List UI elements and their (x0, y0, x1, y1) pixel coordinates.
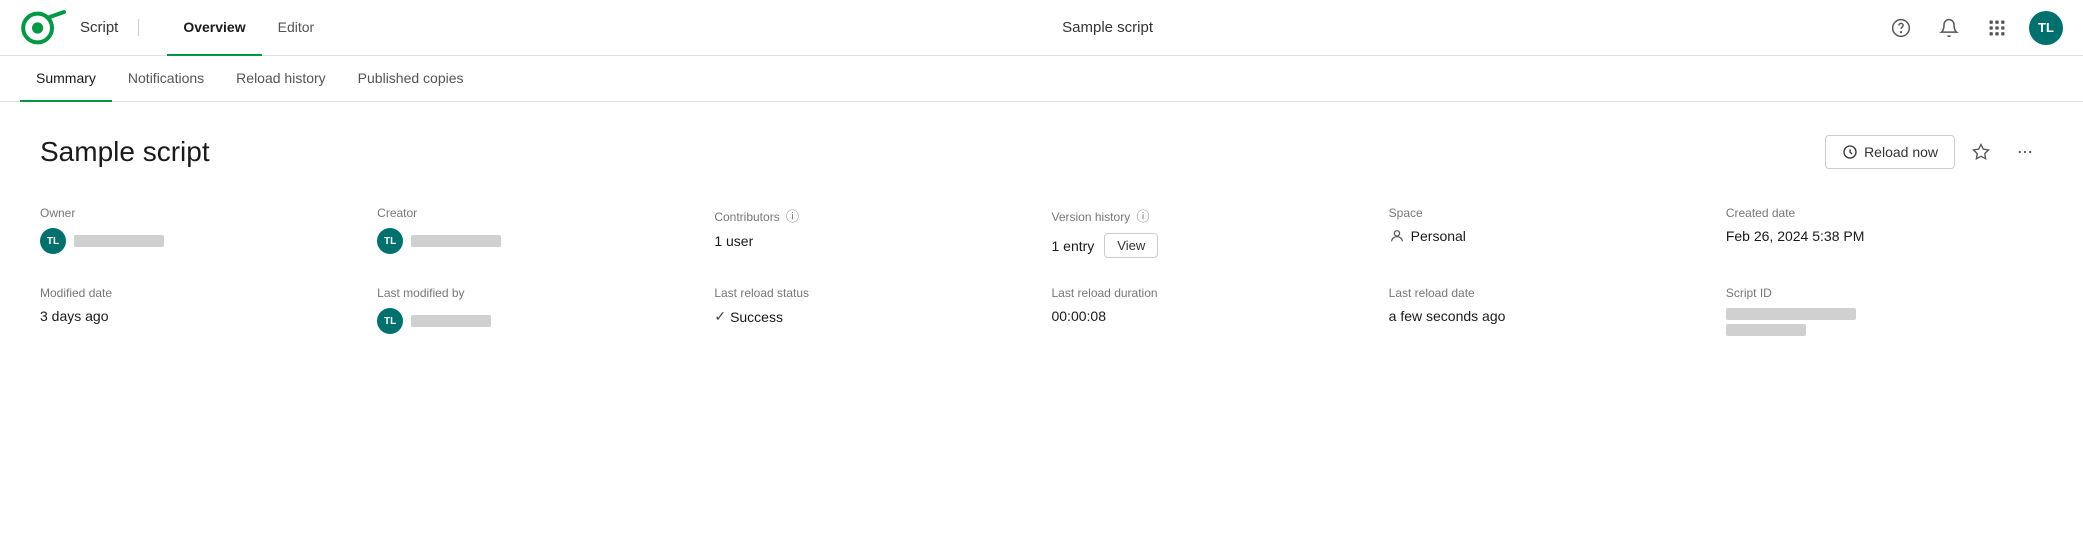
last-reload-status-value: ✓ Success (714, 308, 1031, 325)
space-label: Space (1389, 206, 1706, 220)
creator-value: TL (377, 228, 694, 254)
page-title: Sample script (330, 19, 1885, 36)
version-history-label: Version history ⓘ (1051, 206, 1368, 225)
script-id-field: Script ID (1726, 286, 2043, 336)
checkmark-icon: ✓ (714, 308, 726, 325)
last-modified-by-field: Last modified by TL (377, 286, 694, 336)
nav-links: Overview Editor (167, 0, 330, 56)
creator-field: Creator TL (377, 206, 694, 258)
space-value: Personal (1389, 228, 1706, 244)
owner-value: TL (40, 228, 357, 254)
contributors-info-icon[interactable]: ⓘ (786, 209, 799, 224)
reload-icon (1842, 144, 1858, 160)
created-date-field: Created date Feb 26, 2024 5:38 PM (1726, 206, 2043, 258)
tab-bar: Summary Notifications Reload history Pub… (0, 56, 2083, 102)
person-icon (1389, 228, 1405, 244)
bell-icon-button[interactable] (1933, 12, 1965, 44)
main-content: Sample script Reload now (0, 102, 2083, 502)
contributors-field: Contributors ⓘ 1 user (714, 206, 1031, 258)
script-id-value (1726, 308, 2043, 336)
last-modified-by-avatar: TL (377, 308, 403, 334)
header-actions: Reload now (1825, 134, 2043, 170)
script-title: Sample script (40, 136, 210, 168)
script-id-label: Script ID (1726, 286, 2043, 300)
metadata-grid: Owner TL Creator TL Contributors ⓘ 1 use… (40, 206, 2043, 336)
last-reload-duration-label: Last reload duration (1051, 286, 1368, 300)
logo-area: Script (20, 8, 139, 48)
modified-date-field: Modified date 3 days ago (40, 286, 357, 336)
tab-summary[interactable]: Summary (20, 56, 112, 102)
tab-notifications[interactable]: Notifications (112, 56, 220, 102)
tab-published-copies[interactable]: Published copies (342, 56, 480, 102)
space-field: Space Personal (1389, 206, 1706, 258)
content-header: Sample script Reload now (40, 134, 2043, 170)
last-reload-duration-field: Last reload duration 00:00:08 (1051, 286, 1368, 336)
owner-label: Owner (40, 206, 357, 220)
script-id-redacted-1 (1726, 308, 1856, 320)
script-id-redacted-2 (1726, 324, 1806, 336)
owner-avatar: TL (40, 228, 66, 254)
view-version-history-button[interactable]: View (1104, 233, 1158, 258)
star-icon (1972, 143, 1990, 161)
version-history-value: 1 entry View (1051, 233, 1368, 258)
last-reload-status-field: Last reload status ✓ Success (714, 286, 1031, 336)
qlik-logo (20, 8, 68, 48)
modified-date-value: 3 days ago (40, 308, 357, 324)
version-history-info-icon[interactable]: ⓘ (1137, 209, 1150, 224)
tab-reload-history[interactable]: Reload history (220, 56, 342, 102)
last-reload-status-label: Last reload status (714, 286, 1031, 300)
more-options-icon (2016, 143, 2034, 161)
contributors-value: 1 user (714, 233, 1031, 249)
owner-field: Owner TL (40, 206, 357, 258)
created-date-value: Feb 26, 2024 5:38 PM (1726, 228, 2043, 244)
nav-overview[interactable]: Overview (167, 0, 261, 56)
grid-icon-button[interactable] (1981, 12, 2013, 44)
contributors-label: Contributors ⓘ (714, 206, 1031, 225)
help-icon-button[interactable] (1885, 12, 1917, 44)
creator-avatar: TL (377, 228, 403, 254)
last-modified-by-value: TL (377, 308, 694, 334)
last-reload-date-label: Last reload date (1389, 286, 1706, 300)
more-options-button[interactable] (2007, 134, 2043, 170)
created-date-label: Created date (1726, 206, 2043, 220)
last-reload-date-value: a few seconds ago (1389, 308, 1706, 324)
creator-label: Creator (377, 206, 694, 220)
last-modified-by-label: Last modified by (377, 286, 694, 300)
user-avatar[interactable]: TL (2029, 11, 2063, 45)
star-button[interactable] (1963, 134, 1999, 170)
app-title: Script (80, 19, 139, 36)
nav-actions: TL (1885, 11, 2063, 45)
creator-name-redacted (411, 235, 501, 247)
last-modified-by-name-redacted (411, 315, 491, 327)
reload-now-button[interactable]: Reload now (1825, 135, 1955, 169)
top-navigation: Script Overview Editor Sample script (0, 0, 2083, 56)
last-reload-date-field: Last reload date a few seconds ago (1389, 286, 1706, 336)
version-history-field: Version history ⓘ 1 entry View (1051, 206, 1368, 258)
last-reload-duration-value: 00:00:08 (1051, 308, 1368, 324)
owner-name-redacted (74, 235, 164, 247)
nav-editor[interactable]: Editor (262, 0, 331, 56)
modified-date-label: Modified date (40, 286, 357, 300)
